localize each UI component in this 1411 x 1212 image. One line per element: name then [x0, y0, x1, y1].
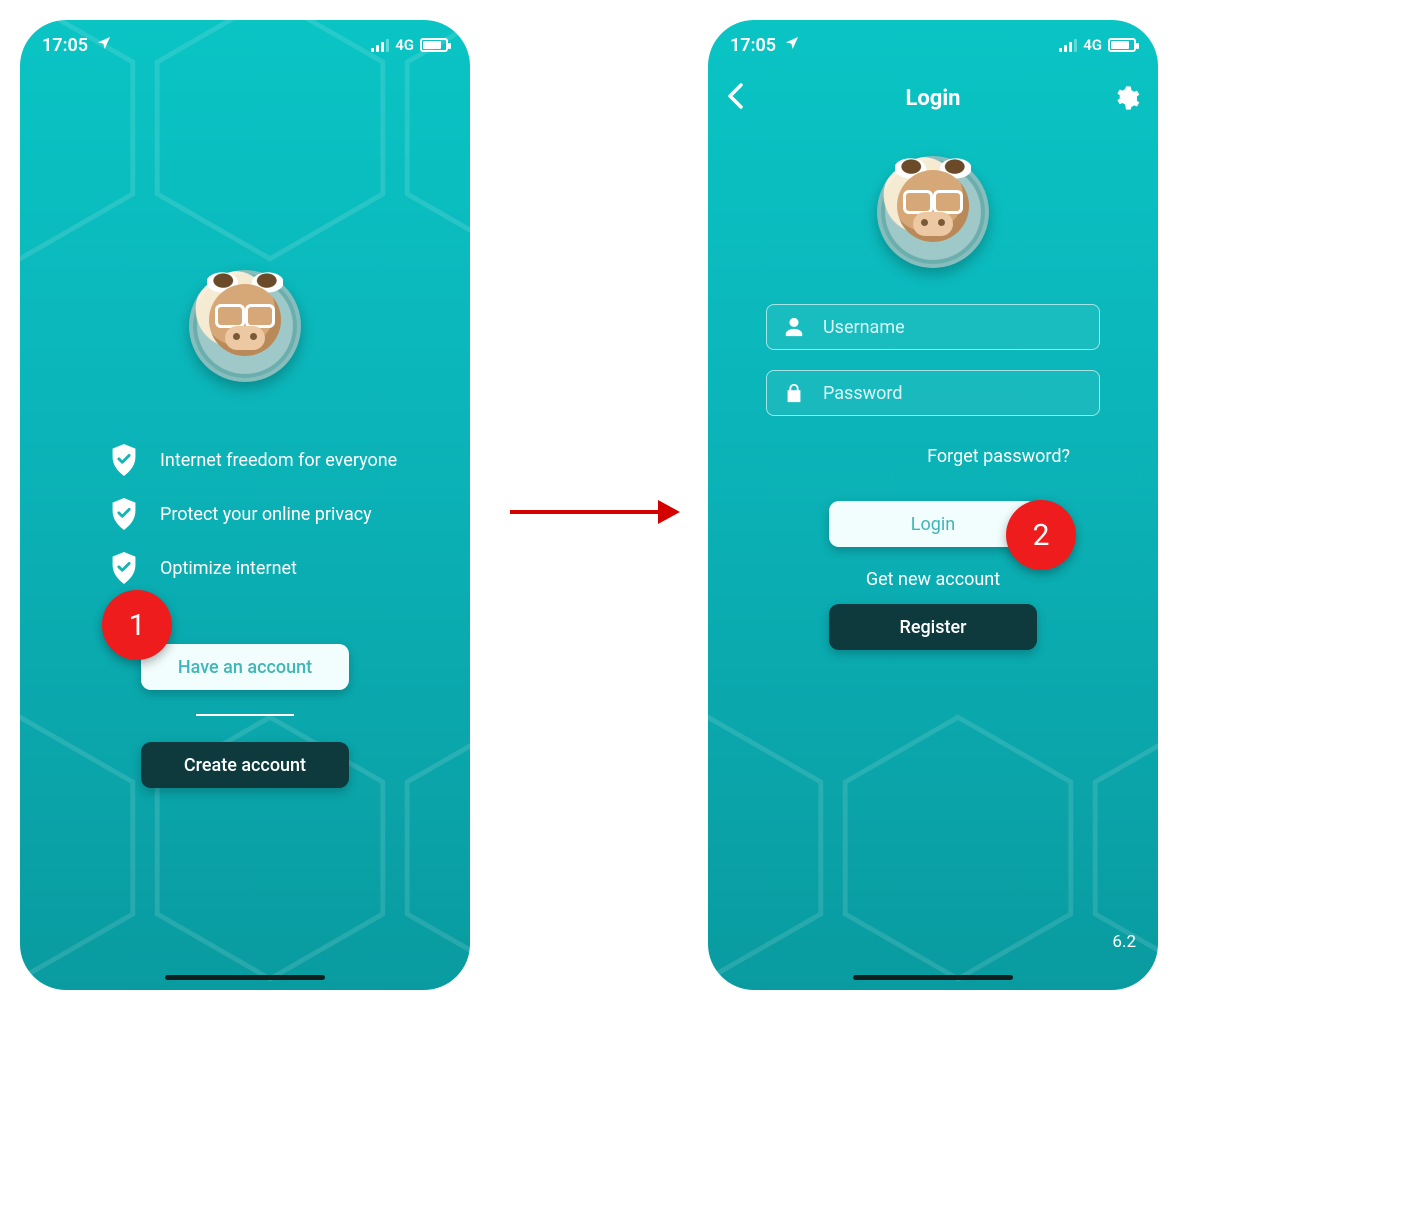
button-label: Create account — [184, 755, 306, 776]
user-icon — [783, 316, 805, 338]
status-bar: 17:05 4G — [708, 20, 1158, 70]
button-label: Login — [911, 514, 955, 535]
status-bar: 17:05 4G — [20, 20, 470, 70]
app-logo — [189, 270, 301, 382]
location-arrow-icon — [96, 35, 112, 56]
button-label: Have an account — [178, 657, 312, 678]
feature-text: Protect your online privacy — [160, 504, 372, 525]
network-label: 4G — [395, 36, 414, 54]
badge-number: 2 — [1033, 518, 1050, 553]
step-badge-1: 1 — [102, 590, 172, 660]
feature-list: Internet freedom for everyone Protect yo… — [50, 444, 440, 584]
password-placeholder: Password — [823, 383, 903, 404]
username-placeholder: Username — [823, 317, 905, 338]
register-button[interactable]: Register — [829, 604, 1037, 650]
lock-icon — [783, 382, 805, 404]
shield-check-icon — [110, 444, 138, 476]
badge-number: 1 — [129, 608, 146, 643]
shield-check-icon — [110, 552, 138, 584]
location-arrow-icon — [784, 35, 800, 56]
feature-text: Optimize internet — [160, 558, 297, 579]
login-screen: 17:05 4G Login Username — [708, 20, 1158, 990]
have-account-button[interactable]: Have an account — [141, 644, 349, 690]
forgot-password-label: Forget password? — [927, 446, 1070, 467]
home-indicator — [853, 975, 1013, 980]
divider — [196, 714, 294, 716]
button-label: Register — [899, 617, 966, 638]
username-input[interactable]: Username — [766, 304, 1100, 350]
flow-arrow-icon — [510, 500, 680, 524]
settings-button[interactable] — [1112, 84, 1140, 112]
get-new-account-label: Get new account — [738, 569, 1128, 590]
home-indicator — [165, 975, 325, 980]
feature-item: Protect your online privacy — [110, 498, 440, 530]
create-account-button[interactable]: Create account — [141, 742, 349, 788]
nav-bar: Login — [708, 70, 1158, 126]
version-label: 6.2 — [1112, 932, 1136, 952]
status-time: 17:05 — [42, 35, 88, 56]
battery-icon — [1108, 38, 1136, 52]
forgot-password-link[interactable]: Forget password? — [738, 446, 1128, 467]
feature-text: Internet freedom for everyone — [160, 450, 397, 471]
network-label: 4G — [1083, 36, 1102, 54]
signal-icon — [1059, 38, 1077, 52]
status-time: 17:05 — [730, 35, 776, 56]
welcome-screen: 17:05 4G Internet freedom for everyone P… — [20, 20, 470, 990]
back-button[interactable] — [726, 82, 744, 115]
feature-item: Internet freedom for everyone — [110, 444, 440, 476]
battery-icon — [420, 38, 448, 52]
nav-title: Login — [708, 86, 1158, 111]
app-logo — [877, 156, 989, 268]
shield-check-icon — [110, 498, 138, 530]
feature-item: Optimize internet — [110, 552, 440, 584]
signal-icon — [371, 38, 389, 52]
password-input[interactable]: Password — [766, 370, 1100, 416]
step-badge-2: 2 — [1006, 500, 1076, 570]
